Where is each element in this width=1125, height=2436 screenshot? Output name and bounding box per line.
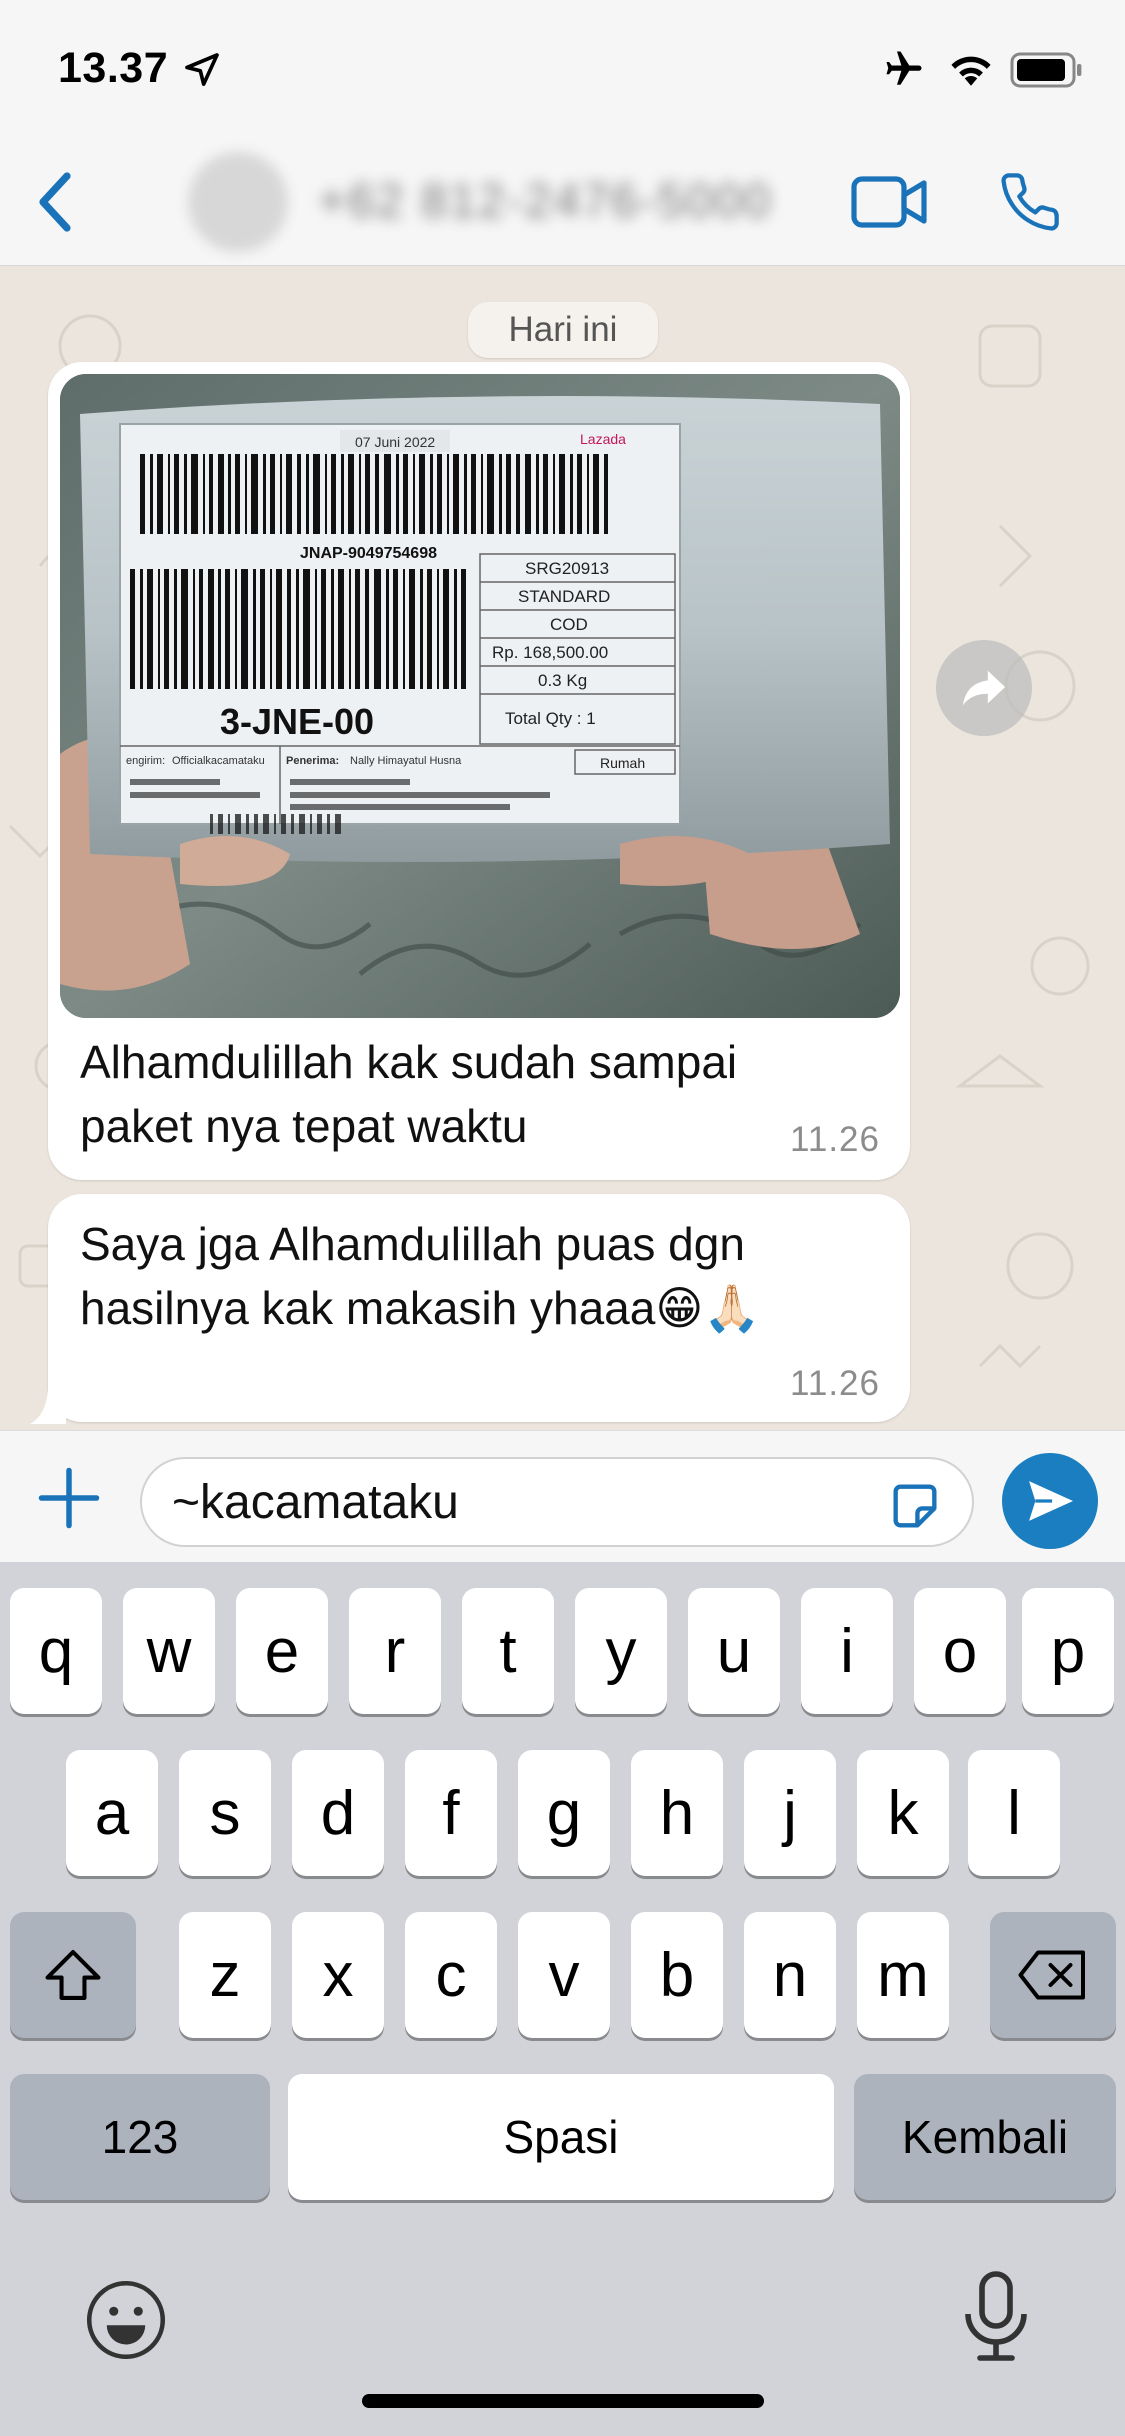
- message-input[interactable]: ~kacamataku: [140, 1457, 974, 1547]
- key-b[interactable]: b: [631, 1912, 723, 2038]
- label-total-qty: Total Qty : 1: [505, 709, 596, 728]
- chat-area[interactable]: Hari ini 07 Juni 2022 Lazada JNAP-904975…: [0, 266, 1125, 1430]
- label-route-code: 3-JNE-00: [220, 701, 374, 742]
- shift-icon: [45, 1950, 101, 2000]
- battery-icon: [1010, 52, 1082, 88]
- bubble-tail: [30, 1370, 66, 1424]
- key-j[interactable]: j: [744, 1750, 836, 1876]
- message-bubble-text[interactable]: Saya jga Alhamdulillah puas dgn hasilnya…: [48, 1194, 910, 1422]
- emoji-icon[interactable]: [84, 2278, 168, 2362]
- label-recipient-heading: Penerima:: [286, 755, 339, 767]
- message-bubble-image[interactable]: 07 Juni 2022 Lazada JNAP-9049754698 3-JN…: [48, 362, 910, 1180]
- keyboard: q w e r t y u i o p a s d f g h j k l z …: [0, 1562, 1125, 2436]
- key-t[interactable]: t: [462, 1588, 554, 1714]
- delete-key[interactable]: [990, 1912, 1116, 2038]
- label-brand: Lazada: [580, 431, 626, 447]
- shift-key[interactable]: [10, 1912, 136, 2038]
- phone-icon: [1001, 173, 1059, 231]
- home-indicator[interactable]: [362, 2394, 764, 2408]
- key-q[interactable]: q: [10, 1588, 102, 1714]
- key-f[interactable]: f: [405, 1750, 497, 1876]
- video-camera-icon: [851, 176, 927, 228]
- key-d[interactable]: d: [292, 1750, 384, 1876]
- send-icon: [1029, 1481, 1073, 1521]
- key-l[interactable]: l: [968, 1750, 1060, 1876]
- label-price: Rp. 168,500.00: [492, 643, 608, 662]
- key-x[interactable]: x: [292, 1912, 384, 2038]
- key-i[interactable]: i: [801, 1588, 893, 1714]
- key-m[interactable]: m: [857, 1912, 949, 2038]
- message-input-bar: ~kacamataku: [0, 1430, 1125, 1562]
- video-call-button[interactable]: [848, 164, 932, 240]
- numbers-key[interactable]: 123: [10, 2074, 270, 2200]
- key-v[interactable]: v: [518, 1912, 610, 2038]
- wifi-icon: [951, 56, 991, 86]
- label-service: STANDARD: [518, 587, 610, 606]
- microphone-icon[interactable]: [960, 2270, 1032, 2366]
- sticker-icon[interactable]: [886, 1477, 944, 1535]
- label-sender: Officialkacamataku: [172, 755, 265, 767]
- key-u[interactable]: u: [688, 1588, 780, 1714]
- voice-call-button[interactable]: [990, 162, 1070, 242]
- send-button[interactable]: [1002, 1453, 1098, 1549]
- message-photo[interactable]: 07 Juni 2022 Lazada JNAP-9049754698 3-JN…: [60, 374, 900, 1018]
- label-date: 07 Juni 2022: [355, 434, 435, 450]
- key-c[interactable]: c: [405, 1912, 497, 2038]
- label-sender-heading: engirim:: [126, 755, 165, 767]
- message-text: Saya jga Alhamdulillah puas dgn hasilnya…: [80, 1218, 761, 1334]
- date-separator: Hari ini: [468, 302, 658, 358]
- chat-header: +62 812-2476-5000: [0, 140, 1125, 266]
- forward-button[interactable]: [936, 640, 1032, 736]
- chevron-left-icon: [39, 172, 71, 232]
- label-weight: 0.3 Kg: [538, 671, 587, 690]
- label-payment: COD: [550, 615, 588, 634]
- key-w[interactable]: w: [123, 1588, 215, 1714]
- key-a[interactable]: a: [66, 1750, 158, 1876]
- backspace-icon: [1018, 1950, 1085, 2000]
- key-k[interactable]: k: [857, 1750, 949, 1876]
- airplane-icon: [886, 51, 922, 85]
- label-address-type: Rumah: [600, 755, 645, 771]
- message-timestamp: 11.26: [790, 1120, 880, 1159]
- location-arrow-icon: [185, 53, 219, 86]
- key-g[interactable]: g: [518, 1750, 610, 1876]
- message-input-text[interactable]: ~kacamataku: [172, 1475, 459, 1530]
- package-photo: 07 Juni 2022 Lazada JNAP-9049754698 3-JN…: [60, 374, 900, 1018]
- status-bar: 13.37: [0, 0, 1125, 140]
- key-e[interactable]: e: [236, 1588, 328, 1714]
- contact-name[interactable]: +62 812-2476-5000: [318, 174, 772, 229]
- key-s[interactable]: s: [179, 1750, 271, 1876]
- key-p[interactable]: p: [1022, 1588, 1114, 1714]
- key-y[interactable]: y: [575, 1588, 667, 1714]
- label-tracking: JNAP-9049754698: [300, 545, 437, 562]
- label-recipient: Nally Himayatul Husna: [350, 755, 462, 767]
- key-o[interactable]: o: [914, 1588, 1006, 1714]
- key-n[interactable]: n: [744, 1912, 836, 2038]
- message-timestamp: 11.26: [790, 1364, 880, 1403]
- key-h[interactable]: h: [631, 1750, 723, 1876]
- key-r[interactable]: r: [349, 1588, 441, 1714]
- plus-icon[interactable]: [36, 1465, 102, 1531]
- status-time: 13.37: [58, 44, 169, 92]
- label-order-code: SRG20913: [525, 559, 609, 578]
- message-text: Alhamdulillah kak sudah sampai paket nya…: [80, 1036, 738, 1152]
- avatar[interactable]: [188, 152, 288, 252]
- space-key[interactable]: Spasi: [288, 2074, 834, 2200]
- return-key[interactable]: Kembali: [854, 2074, 1116, 2200]
- forward-arrow-icon: [962, 670, 1006, 706]
- key-z[interactable]: z: [179, 1912, 271, 2038]
- back-button[interactable]: [20, 162, 90, 242]
